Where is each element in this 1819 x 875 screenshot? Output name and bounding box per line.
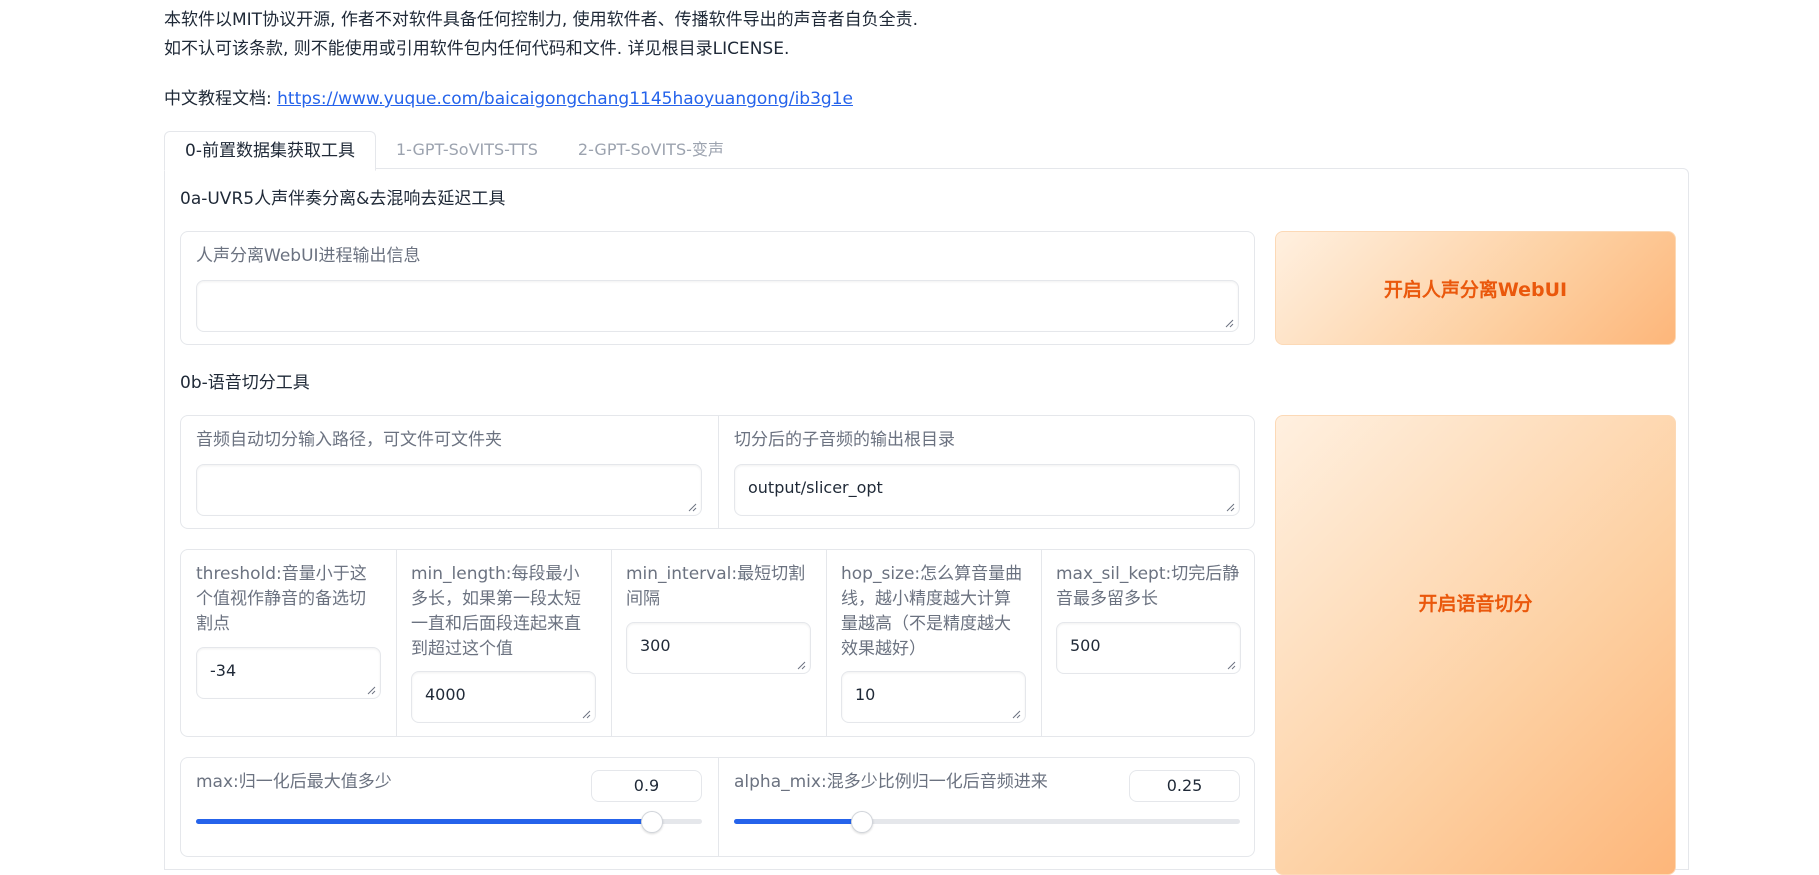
slicer-input-textarea[interactable] [196,464,702,516]
start-slicer-button[interactable]: 开启语音切分 [1275,415,1676,875]
slicer-input-label: 音频自动切分输入路径，可文件可文件夹 [196,430,502,450]
min-length-label: min_length:每段最小多长，如果第一段太短一直和后面段连起来直到超过这个… [411,564,581,659]
resize-grip-icon[interactable] [688,503,697,512]
tab-dataset-tools[interactable]: 0-前置数据集获取工具 [164,131,376,171]
doc-line: 中文教程文档: https://www.yuque.com/baicaigong… [164,84,853,109]
resize-grip-icon[interactable] [367,686,376,695]
slicer-sliders-box: max:归一化后最大值多少 0.9 alpha_mix:混多少比例归一化后音频进… [180,757,1255,857]
uvr5-output-textarea[interactable] [196,280,1239,332]
min-interval-label: min_interval:最短切割间隔 [626,564,806,609]
license-line-2: 如不认可该条款, 则不能使用或引用软件包内任何代码和文件. 详见根目录LICEN… [164,39,790,59]
slicer-output-label: 切分后的子音频的输出根目录 [734,430,955,450]
uvr5-output-box: 人声分离WebUI进程输出信息 [180,231,1255,345]
resize-grip-icon[interactable] [1227,661,1236,670]
resize-grip-icon[interactable] [1225,319,1234,328]
divider [718,758,719,856]
slicer-section-title: 0b-语音切分工具 [180,373,310,393]
tab-bar: 0-前置数据集获取工具 1-GPT-SoVITS-TTS 2-GPT-SoVIT… [164,131,744,171]
threshold-input[interactable]: -34 [196,647,381,699]
alpha-mix-slider-fill [734,819,861,824]
start-slicer-button-label: 开启语音切分 [1418,592,1533,615]
max-number-input[interactable]: 0.9 [591,770,702,802]
license-notice: 本软件以MIT协议开源, 作者不对软件具备任何控制力, 使用软件者、传播软件导出… [164,6,918,64]
max-label: max:归一化后最大值多少 [196,772,392,792]
resize-grip-icon[interactable] [1012,710,1021,719]
alpha-mix-label: alpha_mix:混多少比例归一化后音频进来 [734,772,1048,792]
divider [396,550,397,736]
divider [718,416,719,528]
hop-size-input[interactable]: 10 [841,671,1026,723]
doc-link[interactable]: https://www.yuque.com/baicaigongchang114… [277,89,853,109]
min-interval-input[interactable]: 300 [626,622,811,674]
max-sil-kept-input[interactable]: 500 [1056,622,1241,674]
slicer-path-box: 音频自动切分输入路径，可文件可文件夹 切分后的子音频的输出根目录 output/… [180,415,1255,529]
divider [826,550,827,736]
resize-grip-icon[interactable] [797,661,806,670]
resize-grip-icon[interactable] [1226,503,1235,512]
slicer-params-box: threshold:音量小于这个值视作静音的备选切割点 -34 min_leng… [180,549,1255,737]
tab-gpt-sovits-voice-change[interactable]: 2-GPT-SoVITS-变声 [558,131,744,169]
max-slider[interactable] [196,811,702,833]
start-uvr5-webui-button[interactable]: 开启人声分离WebUI [1275,231,1676,345]
max-sil-kept-label: max_sil_kept:切完后静音最多留多长 [1056,564,1240,609]
doc-label: 中文教程文档: [164,89,278,109]
alpha-mix-number-input[interactable]: 0.25 [1129,770,1240,802]
hop-size-label: hop_size:怎么算音量曲线，越小精度越大计算量越高（不是精度越大效果越好） [841,564,1023,659]
tab-gpt-sovits-tts[interactable]: 1-GPT-SoVITS-TTS [376,131,558,169]
min-length-input[interactable]: 4000 [411,671,596,723]
resize-grip-icon[interactable] [582,710,591,719]
threshold-label: threshold:音量小于这个值视作静音的备选切割点 [196,564,367,634]
uvr5-output-label: 人声分离WebUI进程输出信息 [196,246,421,266]
divider [611,550,612,736]
license-line-1: 本软件以MIT协议开源, 作者不对软件具备任何控制力, 使用软件者、传播软件导出… [164,10,919,30]
uvr5-section-title: 0a-UVR5人声伴奏分离&去混响去延迟工具 [180,189,506,209]
slicer-output-textarea[interactable]: output/slicer_opt [734,464,1240,516]
divider [1041,550,1042,736]
max-slider-fill [196,819,652,824]
alpha-mix-slider[interactable] [734,811,1240,833]
